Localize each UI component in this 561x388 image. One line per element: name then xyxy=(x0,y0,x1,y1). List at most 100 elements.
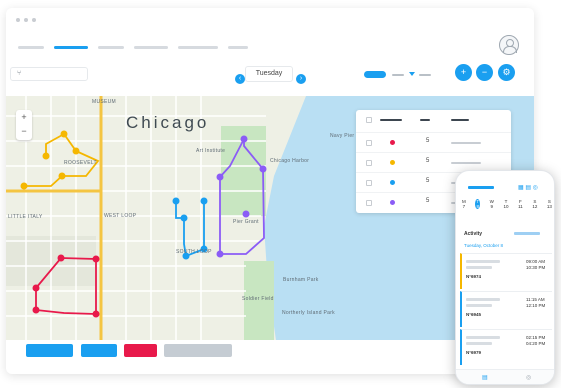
window-dot[interactable] xyxy=(16,18,20,22)
stop-marker[interactable] xyxy=(240,135,248,143)
mobile-app-preview: ▦ ▤ ◎ M7 T8 W9 T 10 F 11 S 12 S 13 Activity … xyxy=(455,170,555,385)
order-card[interactable]: N°6945 11:15 AM 12:10 PM xyxy=(460,291,552,327)
map-zoom-in-button[interactable]: + xyxy=(16,110,32,124)
route-checkbox[interactable] xyxy=(366,140,372,146)
select-all-checkbox[interactable] xyxy=(366,117,372,123)
stop-marker[interactable] xyxy=(72,147,80,155)
map-tab-icon[interactable]: ▤ xyxy=(482,374,488,381)
order-end-time: 04:20 PM xyxy=(526,341,546,346)
map-label: Navy Pier xyxy=(330,133,355,139)
stop-count: 5 xyxy=(426,178,430,184)
day-cell[interactable]: F 11 xyxy=(518,199,523,209)
stop-marker[interactable] xyxy=(58,172,66,180)
stop-marker[interactable] xyxy=(20,182,28,190)
zoom-in-button[interactable]: + xyxy=(455,64,472,81)
order-id: N°6979 xyxy=(466,350,482,355)
window-dot[interactable] xyxy=(24,18,28,22)
legend-header xyxy=(356,110,511,130)
map-label: MUSEUM xyxy=(92,99,117,105)
window-dot[interactable] xyxy=(32,18,36,22)
mobile-tab-bar: ▤ ◎ xyxy=(456,369,554,384)
stop-marker[interactable] xyxy=(172,197,180,205)
order-end-time: 10:30 PM xyxy=(526,265,546,270)
activity-heading: Activity xyxy=(464,231,483,237)
map-label: SOUTH LOOP xyxy=(176,249,212,255)
settings-button[interactable]: ⚙ xyxy=(498,64,515,81)
date: 7 xyxy=(462,204,466,209)
day-selector[interactable]: Tuesday xyxy=(245,66,293,82)
day-cell-selected[interactable]: T8 xyxy=(475,199,481,209)
day-cell[interactable]: S 12 xyxy=(532,199,537,209)
nav-item[interactable] xyxy=(134,46,168,49)
zoom-out-button[interactable]: − xyxy=(476,64,493,81)
profile-tab-icon[interactable]: ◎ xyxy=(526,374,531,381)
order-card[interactable]: N°6979 02:15 PM 04:20 PM xyxy=(460,329,552,365)
column-header xyxy=(380,119,402,121)
avatar[interactable] xyxy=(499,35,519,55)
stop-marker[interactable] xyxy=(216,173,224,181)
map-label: Burnham Park xyxy=(283,277,319,283)
nav-item[interactable] xyxy=(98,46,124,49)
order-card[interactable]: N°6974 09:00 AM 10:30 PM xyxy=(460,253,552,289)
app-stage: ⑂ ‹ Tuesday › + − ⚙ Chicago + − MUSEUM A… xyxy=(0,0,561,388)
route-checkbox[interactable] xyxy=(366,160,372,166)
order-start-time: 09:00 AM xyxy=(526,259,546,264)
route-tab-blue[interactable] xyxy=(26,344,73,357)
order-address xyxy=(466,266,492,269)
order-customer xyxy=(466,336,500,339)
stop-marker[interactable] xyxy=(259,165,267,173)
calendar-icon[interactable]: ▦ ▤ ◎ xyxy=(518,184,538,191)
map-label: Chicago Harbor xyxy=(270,158,310,164)
order-address xyxy=(466,342,492,345)
row-detail xyxy=(451,162,481,164)
route-color-dot xyxy=(390,180,395,185)
route-tab-red[interactable] xyxy=(124,344,157,357)
route-tab-blue-2[interactable] xyxy=(81,344,117,357)
stop-marker[interactable] xyxy=(32,284,40,292)
view-toggle-active[interactable] xyxy=(364,71,386,78)
next-day-button[interactable]: › xyxy=(296,74,306,84)
stop-marker[interactable] xyxy=(242,210,250,218)
map-zoom-out-button[interactable]: − xyxy=(16,124,32,138)
prev-day-button[interactable]: ‹ xyxy=(235,74,245,84)
search-input[interactable]: ⑂ xyxy=(10,67,88,81)
stop-marker[interactable] xyxy=(180,214,188,222)
date: 10 xyxy=(503,204,509,209)
stop-marker[interactable] xyxy=(60,130,68,138)
route-checkbox[interactable] xyxy=(366,180,372,186)
order-id: N°6945 xyxy=(466,312,482,317)
map-label: LITTLE ITALY xyxy=(8,214,43,220)
map-label: ROOSEVELT xyxy=(64,160,97,166)
stop-marker[interactable] xyxy=(32,306,40,314)
day-cell[interactable]: W9 xyxy=(490,199,494,209)
stop-marker[interactable] xyxy=(200,197,208,205)
nav-item[interactable] xyxy=(18,46,44,49)
stop-marker[interactable] xyxy=(216,250,224,258)
stop-count: 5 xyxy=(426,158,430,164)
activity-filter[interactable] xyxy=(514,232,540,235)
route-checkbox[interactable] xyxy=(366,200,372,206)
nav-item[interactable] xyxy=(228,46,248,49)
stop-marker[interactable] xyxy=(57,254,65,262)
nav-item-active[interactable] xyxy=(54,46,88,49)
nav-item[interactable] xyxy=(178,46,218,49)
order-start-time: 02:15 PM xyxy=(526,335,546,340)
route-color-dot xyxy=(390,140,395,145)
legend-row[interactable]: 5 xyxy=(356,152,511,172)
column-header xyxy=(420,119,430,121)
day-cell[interactable]: M7 xyxy=(462,199,466,209)
stop-marker[interactable] xyxy=(92,310,100,318)
view-toggle-option[interactable] xyxy=(419,74,431,76)
route-tab-grey[interactable] xyxy=(164,344,232,357)
day-cell[interactable]: S 13 xyxy=(547,199,552,209)
stop-marker[interactable] xyxy=(92,255,100,263)
order-start-time: 11:15 AM xyxy=(526,297,545,302)
view-toggle-option[interactable] xyxy=(392,74,404,76)
stop-marker[interactable] xyxy=(42,152,50,160)
order-end-time: 12:10 PM xyxy=(526,303,546,308)
stop-count: 5 xyxy=(426,138,430,144)
day-cell[interactable]: T 10 xyxy=(503,199,508,209)
chevron-down-icon[interactable] xyxy=(409,72,415,76)
route-color-dot xyxy=(390,200,395,205)
legend-row[interactable]: 5 xyxy=(356,132,511,152)
